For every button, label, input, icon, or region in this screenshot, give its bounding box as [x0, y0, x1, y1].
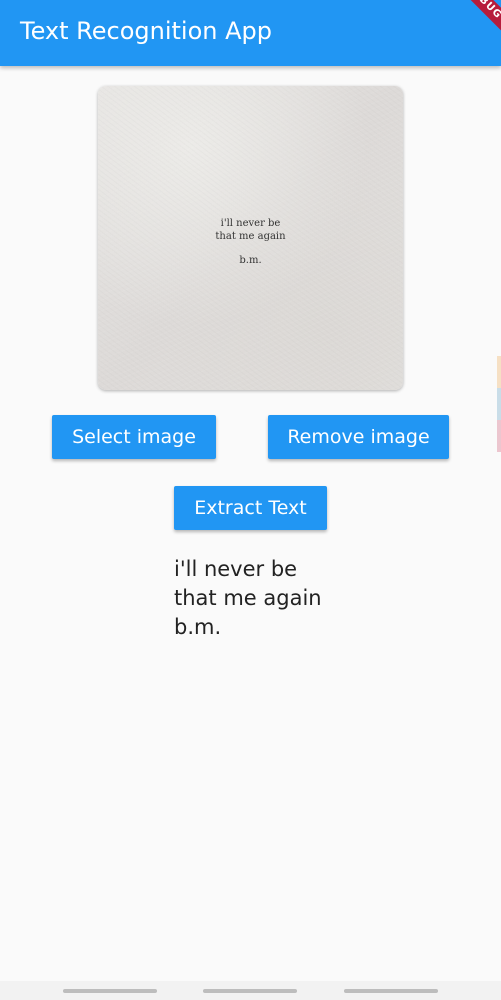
- image-text-line: i'll never be: [220, 218, 281, 229]
- system-nav-bar: [0, 981, 501, 1000]
- app-title: Text Recognition App: [20, 17, 273, 45]
- select-image-button[interactable]: Select image: [52, 415, 216, 459]
- extract-text-button[interactable]: Extract Text: [174, 486, 327, 530]
- edge-panel-handle[interactable]: [497, 388, 501, 420]
- edge-panel-handle[interactable]: [497, 356, 501, 388]
- selected-image: i'll never be that me again b.m.: [98, 86, 403, 390]
- extracted-text-line: i'll never be: [174, 557, 298, 581]
- nav-home-pill[interactable]: [203, 989, 297, 993]
- extracted-text-line: that me again: [174, 586, 322, 610]
- extracted-text-line: b.m.: [174, 615, 222, 639]
- remove-image-button[interactable]: Remove image: [268, 415, 449, 459]
- image-text-line: that me again: [215, 231, 286, 242]
- image-text-line: b.m.: [239, 255, 262, 266]
- app-bar: Text Recognition App: [0, 0, 501, 66]
- edge-panel-handle[interactable]: [497, 420, 501, 452]
- nav-back-pill[interactable]: [344, 989, 438, 993]
- nav-recents-pill[interactable]: [63, 989, 157, 993]
- extracted-text: i'll never be that me again b.m.: [174, 555, 322, 642]
